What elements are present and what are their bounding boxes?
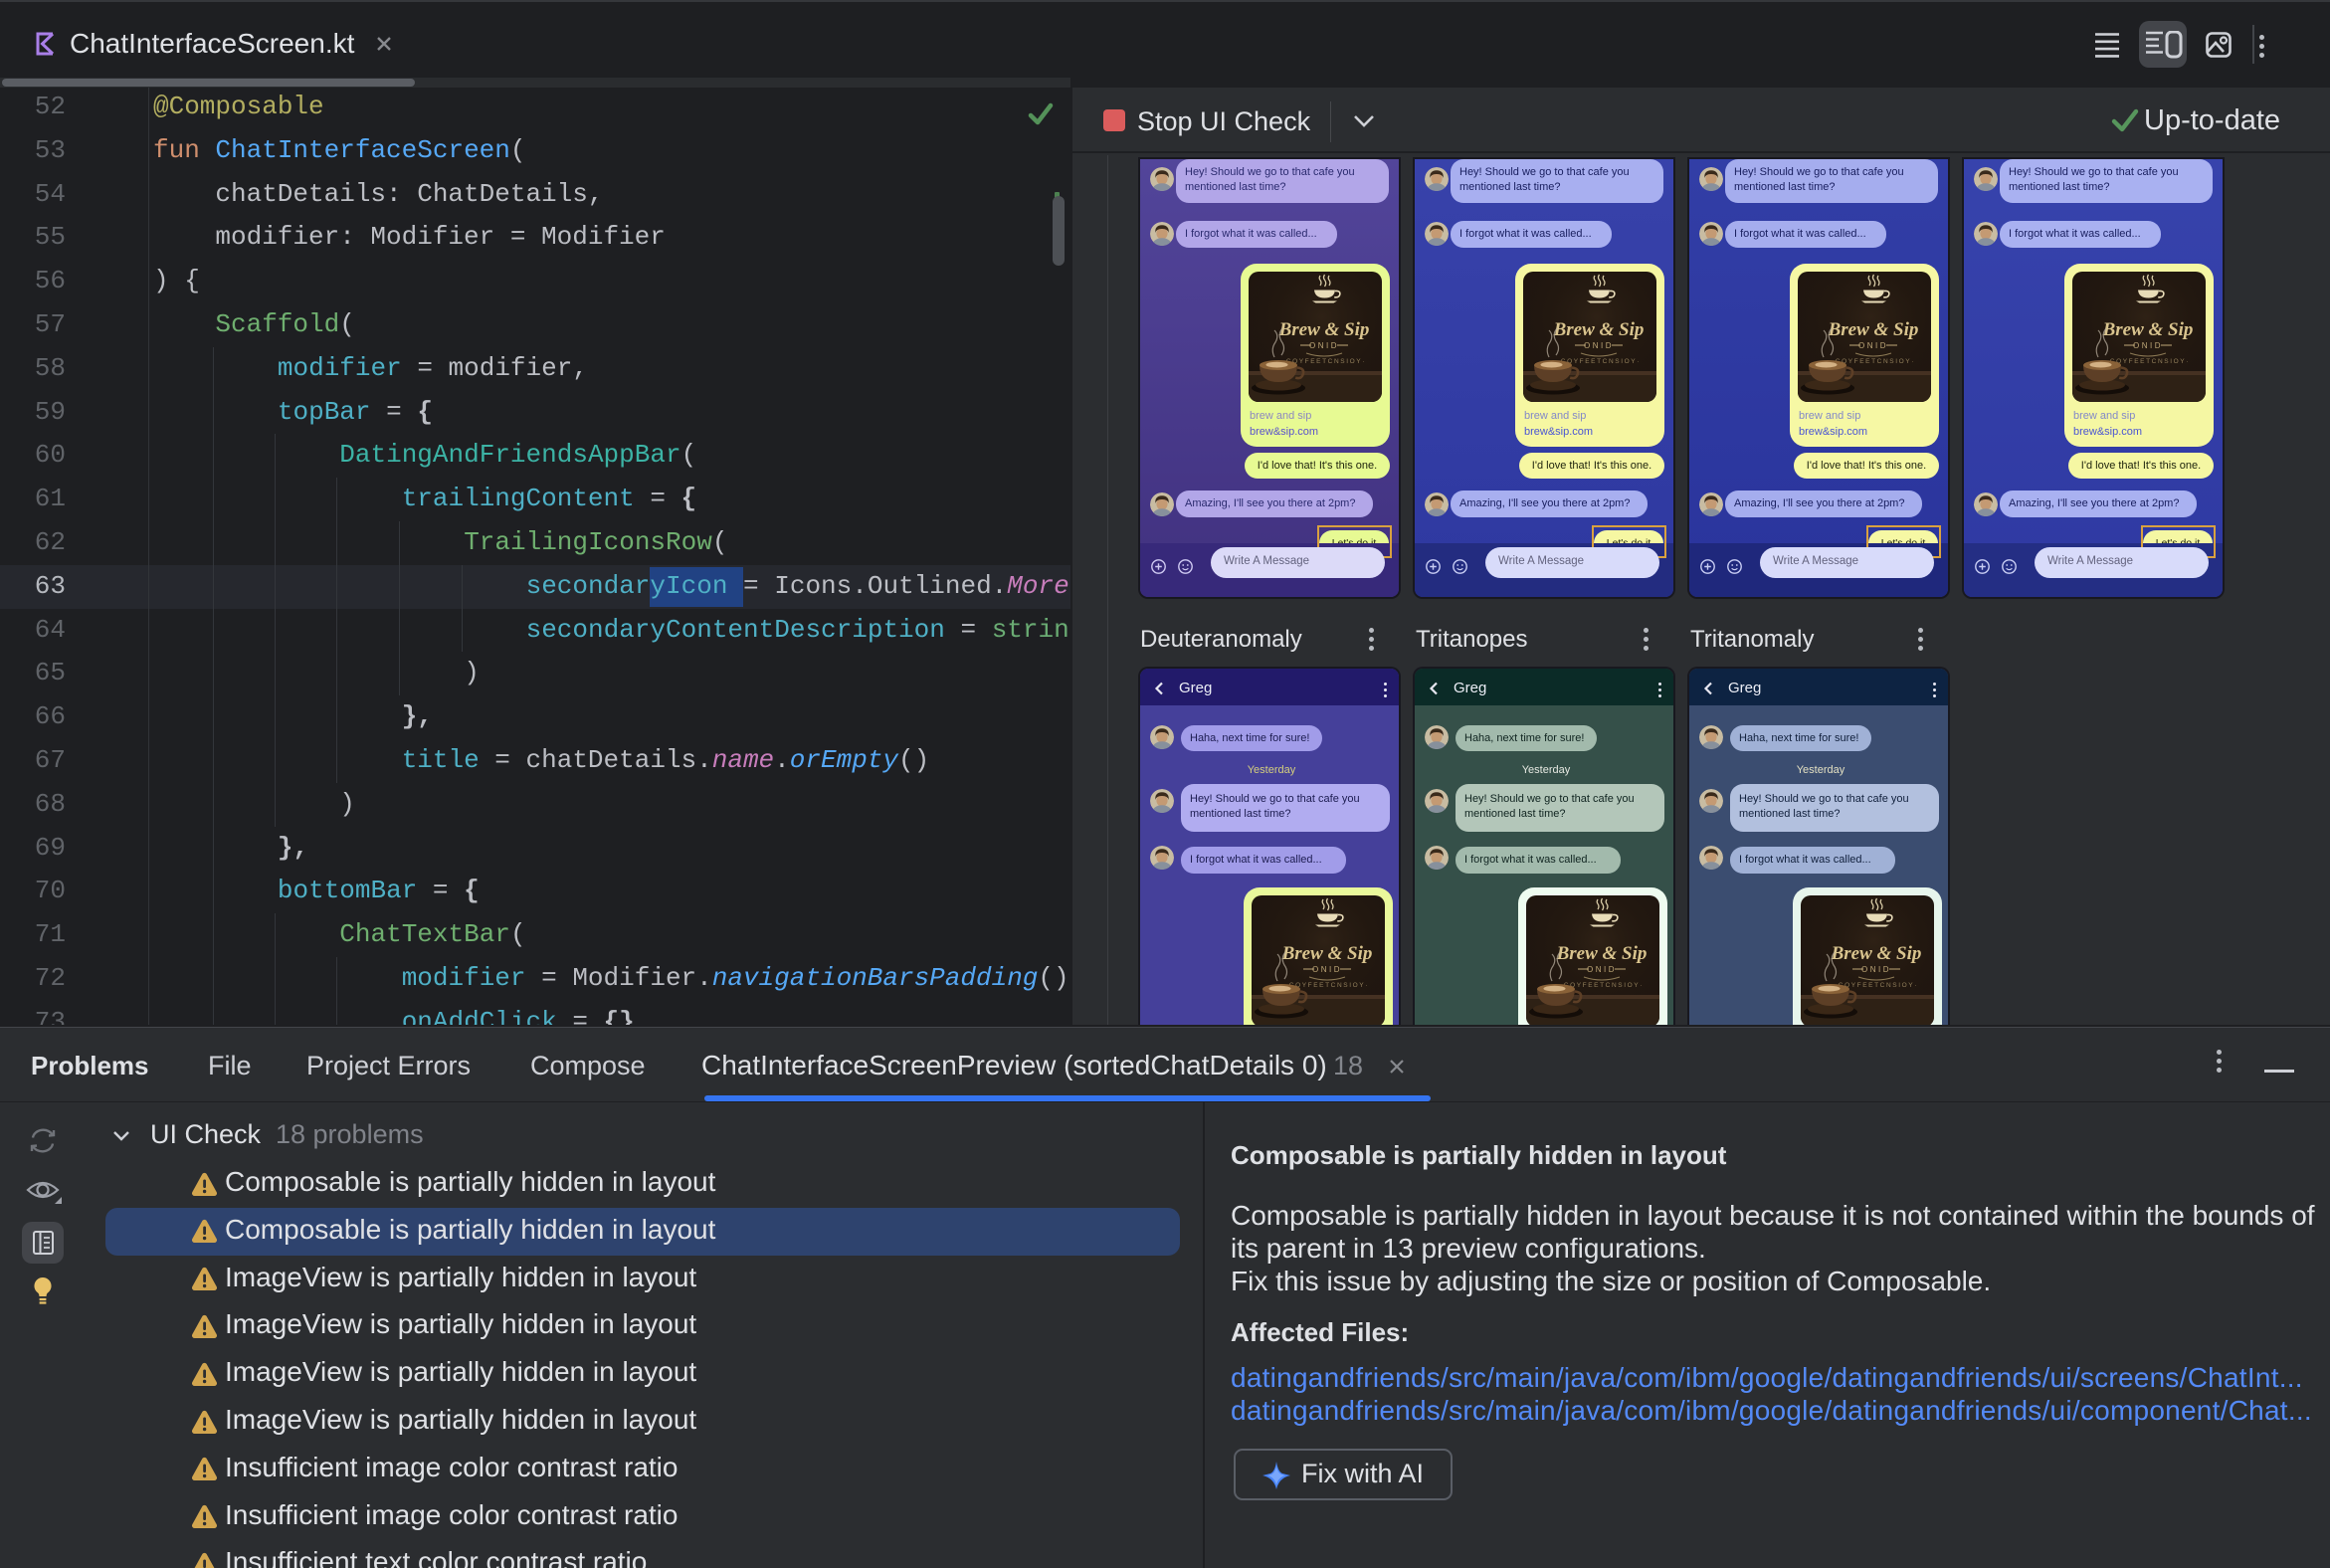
svg-text:Brew & Sip: Brew & Sip	[2102, 319, 2194, 340]
svg-text:Brew & Sip: Brew & Sip	[1553, 319, 1645, 340]
svg-text:ONID: ONID	[1861, 965, 1891, 974]
svg-text:Brew & Sip: Brew & Sip	[1278, 319, 1370, 340]
svg-text:ONID: ONID	[1309, 341, 1339, 350]
svg-text:ONID: ONID	[2133, 341, 2163, 350]
svg-text:Brew & Sip: Brew & Sip	[1556, 943, 1648, 964]
svg-text:ONID: ONID	[1312, 965, 1342, 974]
svg-text:Brew & Sip: Brew & Sip	[1828, 319, 1919, 340]
svg-text:ONID: ONID	[1587, 965, 1617, 974]
svg-text:Brew & Sip: Brew & Sip	[1831, 943, 1922, 964]
svg-text:ONID: ONID	[1584, 341, 1614, 350]
svg-text:Brew & Sip: Brew & Sip	[1281, 943, 1373, 964]
svg-text:ONID: ONID	[1858, 341, 1888, 350]
